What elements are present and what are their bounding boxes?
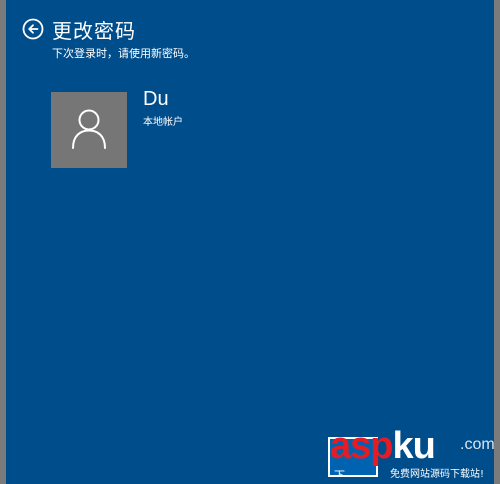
account-type: 本地帐户 — [143, 117, 183, 128]
watermark-logo: aspku — [330, 425, 436, 467]
back-button[interactable] — [22, 18, 44, 40]
watermark-tagline: 免费网站源码下载站! — [390, 469, 485, 480]
change-password-panel: 更改密码 下次登录时，请使用新密码。 Du 本地帐户 下 — [6, 0, 494, 484]
account-name: Du — [143, 88, 169, 110]
watermark: aspku .com 免费网站源码下载站! — [330, 426, 500, 484]
back-arrow-icon — [22, 18, 44, 40]
page-title: 更改密码 — [52, 19, 136, 43]
watermark-domain: .com — [460, 436, 495, 453]
avatar — [51, 92, 127, 168]
user-icon — [72, 109, 106, 149]
page-subtitle: 下次登录时，请使用新密码。 — [52, 47, 195, 60]
